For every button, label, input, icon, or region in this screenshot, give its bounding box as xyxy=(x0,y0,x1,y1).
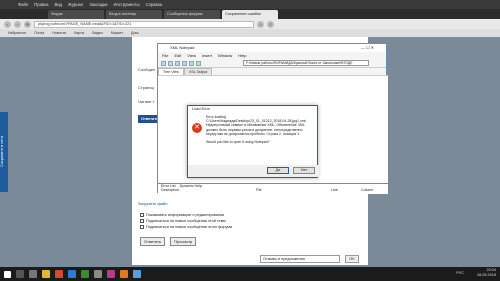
forum-select[interactable]: Отзывы и предложения xyxy=(260,255,340,263)
forum-label: Читают т xyxy=(138,99,155,104)
menu-file[interactable]: Файл xyxy=(18,2,28,7)
dialog-line: перед ним не допускаются пробелы. Строка… xyxy=(206,131,301,136)
upload-link[interactable]: Загрузить файл xyxy=(138,201,167,206)
excel-icon[interactable] xyxy=(81,270,89,278)
search-icon[interactable] xyxy=(16,270,24,278)
column-header[interactable]: Description xyxy=(161,188,256,192)
calculator-icon[interactable] xyxy=(94,270,102,278)
checkbox[interactable] xyxy=(140,225,144,229)
error-list: Error List Dynamic Help Description File… xyxy=(158,183,388,194)
bookmark-item[interactable]: Диск xyxy=(131,31,139,35)
column-header[interactable]: File xyxy=(256,188,331,192)
app-icon[interactable] xyxy=(107,270,115,278)
browser-tab[interactable]: Форум xyxy=(48,10,104,19)
tab-strip: Форум Вход в систему Сообщения форума Со… xyxy=(0,9,500,19)
bookmark-item[interactable]: Карты xyxy=(74,31,84,35)
bookmarks-bar: Избранное Почта Новости Карты Видео Марк… xyxy=(0,29,500,37)
save-icon[interactable] xyxy=(175,60,180,66)
preview-button[interactable]: Просмотр xyxy=(170,237,197,246)
firefox-icon[interactable] xyxy=(55,270,63,278)
error-icon: ✕ xyxy=(192,123,202,133)
edge-icon[interactable] xyxy=(68,270,76,278)
open-icon[interactable] xyxy=(168,60,173,66)
menu-help[interactable]: Справка xyxy=(146,2,162,7)
star-icon[interactable]: ☆ xyxy=(257,20,264,28)
forward-icon[interactable]: › xyxy=(14,20,21,28)
column-header[interactable]: Column xyxy=(361,188,373,192)
menu-edit[interactable]: Правка xyxy=(34,2,48,7)
view-tabs: Tree View XSL Output xyxy=(158,68,386,75)
yes-button[interactable]: Да xyxy=(267,167,289,174)
back-icon[interactable]: ‹ xyxy=(4,20,11,28)
xml-menubar: File Edit View Insert Window Help xyxy=(158,52,386,59)
xml-menu-insert[interactable]: Insert xyxy=(202,53,212,58)
dialog-question: Would you like to open it using Notepad? xyxy=(206,140,270,145)
browser-menubar: Файл Правка Вид Журнал Закладки Инструме… xyxy=(0,0,500,9)
bookmark-item[interactable]: Новости xyxy=(52,31,66,35)
menu-icon[interactable]: ≡ xyxy=(267,20,274,28)
bookmark-item[interactable]: Избранное xyxy=(8,31,26,35)
reload-icon[interactable]: ⟳ xyxy=(24,20,31,28)
dialog-title: Load Error xyxy=(192,107,210,111)
windows-taskbar xyxy=(0,267,500,281)
file-explorer-icon[interactable] xyxy=(42,270,50,278)
no-button[interactable]: Нет xyxy=(293,167,315,174)
start-icon[interactable] xyxy=(4,270,11,278)
new-icon[interactable] xyxy=(161,60,166,66)
browser-tab-active[interactable]: Сохранение ошибки xyxy=(222,10,278,19)
window-title: XML Notepad xyxy=(170,45,195,50)
xml-notepad-icon[interactable] xyxy=(133,270,141,278)
checkbox[interactable] xyxy=(140,213,144,217)
redo-icon[interactable] xyxy=(189,60,194,66)
task-view-icon[interactable] xyxy=(29,270,37,278)
app-icon[interactable] xyxy=(120,270,128,278)
forum-label: Страниц xyxy=(138,85,154,90)
browser-tab[interactable]: Сообщения форума xyxy=(164,10,220,19)
reply-button[interactable]: Ответить xyxy=(140,237,166,246)
bookmark-item[interactable]: Маркет xyxy=(111,31,123,35)
go-button[interactable]: OK xyxy=(345,255,359,263)
bookmark-item[interactable]: Видео xyxy=(92,31,103,35)
xml-menu-edit[interactable]: Edit xyxy=(174,53,181,58)
column-header[interactable]: Line xyxy=(331,188,361,192)
browser-tab[interactable]: Вход в систему xyxy=(106,10,162,19)
menu-bookmarks[interactable]: Закладки xyxy=(89,2,107,7)
tab-tree-view[interactable]: Tree View xyxy=(158,68,184,75)
address-bar[interactable]: pkprog.ru/forum/?PAGE_NAME=read&FID=1&TI… xyxy=(34,20,254,28)
xml-toolbar: F:\Новые работы\ПИРАМИДА\Красный Волга о… xyxy=(158,59,386,68)
checkbox-edit-info[interactable]: Показывать информацию о редактировании xyxy=(140,213,224,217)
clock-date: 28.05.2018 xyxy=(476,273,496,277)
social-share-tab[interactable]: Сохраните в сети xyxy=(0,112,8,192)
menu-view[interactable]: Вид xyxy=(54,2,62,7)
tab-xsl-output[interactable]: XSL Output xyxy=(183,68,213,75)
window-controls[interactable]: — ☐ ✕ xyxy=(361,45,374,51)
menu-tools[interactable]: Инструменты xyxy=(113,2,139,7)
dialog-message: Error loading C:\Users\Надежда\Desktop\2… xyxy=(206,115,306,144)
system-clock[interactable]: 20:04 28.05.2018 xyxy=(477,268,496,278)
checkbox-label: Показывать информацию о редактировании xyxy=(146,213,225,217)
input-language[interactable]: РУС xyxy=(456,271,464,275)
checkbox[interactable] xyxy=(140,219,144,223)
file-path-field[interactable]: F:\Новые работы\ПИРАМИДА\Красный Волга о… xyxy=(243,60,369,66)
checkbox-label: Подписаться на новые сообщения этого фор… xyxy=(146,225,233,229)
checkbox-subscribe-forum[interactable]: Подписаться на новые сообщения этого фор… xyxy=(140,225,232,229)
xml-menu-help[interactable]: Help xyxy=(238,53,246,58)
xml-menu-file[interactable]: File xyxy=(162,53,168,58)
cut-icon[interactable] xyxy=(196,60,201,66)
screen: Файл Правка Вид Журнал Закладки Инструме… xyxy=(0,0,500,281)
bookmark-item[interactable]: Почта xyxy=(34,31,44,35)
load-error-dialog: Load Error ✕ Error loading C:\Users\Наде… xyxy=(187,105,319,178)
xml-menu-view[interactable]: View xyxy=(187,53,196,58)
dialog-buttons: Да Нет xyxy=(188,165,319,177)
forum-label: Сообщен xyxy=(138,67,156,72)
checkbox-subscribe-topic[interactable]: Подписаться на новые сообщения этой темы xyxy=(140,219,226,223)
undo-icon[interactable] xyxy=(182,60,187,66)
dialog-line: Недопустимый символ в объявлении XML. Об… xyxy=(206,123,305,128)
xml-title-bar: XML Notepad — ☐ ✕ xyxy=(158,44,386,52)
xml-menu-window[interactable]: Window xyxy=(218,53,232,58)
checkbox-label: Подписаться на новые сообщения этой темы xyxy=(146,219,227,223)
menu-history[interactable]: Журнал xyxy=(68,2,83,7)
navigation-bar: ‹ › ⟳ pkprog.ru/forum/?PAGE_NAME=read&FI… xyxy=(0,19,500,29)
